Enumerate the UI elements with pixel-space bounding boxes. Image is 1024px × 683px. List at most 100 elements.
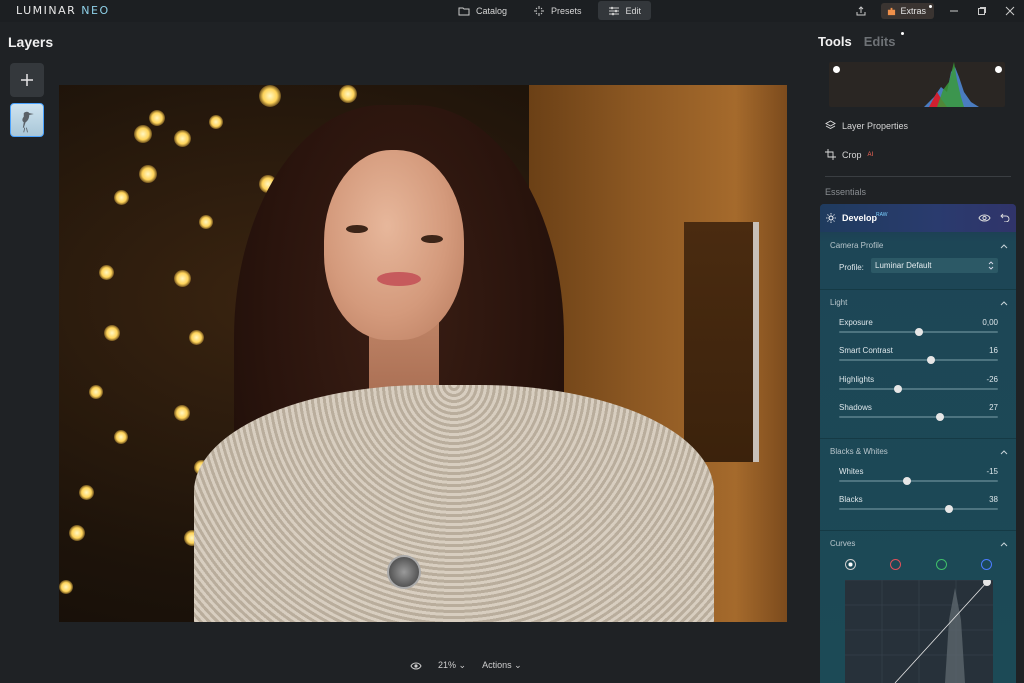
share-icon [856, 6, 866, 16]
zoom-value: 21% [438, 660, 457, 670]
blacks-label: Blacks [839, 495, 863, 504]
app-logo: LUMINAR NEO [16, 4, 110, 17]
slider-knob[interactable] [935, 413, 944, 421]
light-heading: Light [830, 298, 848, 307]
tab-edits-label: Edits [863, 34, 896, 49]
chevron-up-icon[interactable] [1000, 449, 1008, 455]
visibility-eye-icon[interactable] [978, 213, 991, 223]
chevron-up-icon[interactable] [1000, 243, 1008, 249]
layer-properties-label: Layer Properties [842, 120, 909, 131]
curves-heading: Curves [830, 539, 856, 548]
bokeh-light [149, 110, 165, 126]
actions-dropdown[interactable]: Actions ⌄ [482, 660, 522, 671]
exposure-value[interactable]: 0,00 [982, 318, 998, 327]
curve-blue-channel[interactable] [981, 559, 992, 570]
main-nav: Catalog Presets Edit [448, 1, 652, 20]
raw-badge: RAW [876, 212, 888, 218]
slider-knob[interactable] [893, 385, 902, 393]
crop-button[interactable]: Crop AI [825, 149, 873, 160]
smart-contrast-slider[interactable] [839, 356, 998, 364]
plus-icon [21, 74, 33, 86]
exposure-label: Exposure [839, 318, 873, 327]
notification-dot [929, 5, 932, 8]
tab-presets[interactable]: Presets [523, 1, 592, 20]
blacks-slider[interactable] [839, 505, 998, 513]
divider [820, 289, 1016, 290]
eye-icon[interactable] [410, 661, 422, 671]
chevron-up-icon[interactable] [1000, 541, 1008, 547]
minimize-button[interactable] [940, 0, 968, 22]
develop-tool: Develop RAW Camera Profile Profile: Lumi… [820, 204, 1016, 683]
reset-icon[interactable] [1000, 212, 1010, 222]
histogram-graph [924, 62, 979, 107]
crop-icon [825, 149, 836, 160]
slider-knob[interactable] [944, 505, 953, 513]
panel-tabs: Tools Edits [818, 32, 904, 49]
exposure-slider[interactable] [839, 328, 998, 336]
slider-knob[interactable] [902, 477, 911, 485]
whites-slider[interactable] [839, 477, 998, 485]
zoom-dropdown[interactable]: 21% ⌄ [438, 660, 466, 671]
crop-ai-badge: AI [867, 151, 874, 158]
curve-luminance-channel[interactable] [845, 559, 856, 570]
minimize-icon [950, 10, 958, 12]
extras-label: Extras [900, 6, 926, 16]
blacks-value[interactable]: 38 [989, 495, 998, 504]
highlights-label: Highlights [839, 375, 875, 384]
curve-graph [845, 580, 993, 683]
slider-knob[interactable] [927, 356, 936, 364]
chevron-up-icon[interactable] [1000, 300, 1008, 306]
divider [825, 176, 1011, 177]
bokeh-light [339, 85, 357, 103]
whites-label: Whites [839, 467, 864, 476]
highlights-value[interactable]: -26 [986, 375, 998, 384]
histogram-black-point[interactable] [833, 66, 840, 73]
curve-red-channel[interactable] [890, 559, 901, 570]
tab-edits[interactable]: Edits [863, 32, 904, 49]
sliders-icon [608, 6, 619, 15]
bokeh-light [69, 525, 85, 541]
shadows-value[interactable]: 27 [989, 403, 998, 412]
tab-edit[interactable]: Edit [597, 1, 652, 20]
share-button[interactable] [847, 0, 875, 22]
subject-face [324, 150, 464, 340]
logo-suffix: NEO [81, 4, 110, 17]
slider-knob[interactable] [914, 328, 923, 336]
tab-edit-label: Edit [625, 5, 642, 16]
profile-label: Profile: [839, 263, 864, 272]
photo-canvas[interactable] [59, 85, 787, 622]
whites-value[interactable]: -15 [986, 467, 998, 476]
subject-eye [421, 235, 443, 243]
histogram-white-point[interactable] [995, 66, 1002, 73]
tab-tools[interactable]: Tools [818, 34, 852, 49]
crop-label: Crop [842, 149, 862, 160]
curve-editor[interactable] [845, 580, 993, 683]
updown-chevron-icon [988, 261, 994, 270]
bokeh-light [99, 265, 114, 280]
restore-icon [978, 7, 986, 15]
subject-pendant [387, 555, 421, 589]
smart-contrast-label: Smart Contrast [839, 346, 893, 355]
bokeh-light [199, 215, 213, 229]
bokeh-light [139, 165, 157, 183]
smart-contrast-value[interactable]: 16 [989, 346, 998, 355]
close-button[interactable] [996, 0, 1024, 22]
tab-catalog[interactable]: Catalog [448, 1, 517, 20]
bokeh-light [189, 330, 204, 345]
subject-eye [346, 225, 368, 233]
luminar-window: LUMINAR NEO Catalog Presets Edit Extras … [0, 0, 1024, 683]
tools-panel: Tools Edits Layer Properties Crop AI Esse… [813, 22, 1024, 683]
extras-button[interactable]: Extras [881, 3, 934, 19]
shadows-slider[interactable] [839, 413, 998, 421]
sun-icon [826, 213, 836, 223]
develop-header[interactable]: Develop RAW [820, 204, 1016, 232]
add-layer-button[interactable] [10, 63, 44, 97]
curve-green-channel[interactable] [936, 559, 947, 570]
layer-properties-button[interactable]: Layer Properties [825, 120, 908, 131]
restore-button[interactable] [968, 0, 996, 22]
folder-icon [458, 7, 470, 15]
camera-profile-heading: Camera Profile [830, 241, 884, 250]
highlights-slider[interactable] [839, 385, 998, 393]
layer-thumbnail[interactable] [10, 103, 44, 137]
profile-select[interactable]: Luminar Default [871, 258, 998, 273]
